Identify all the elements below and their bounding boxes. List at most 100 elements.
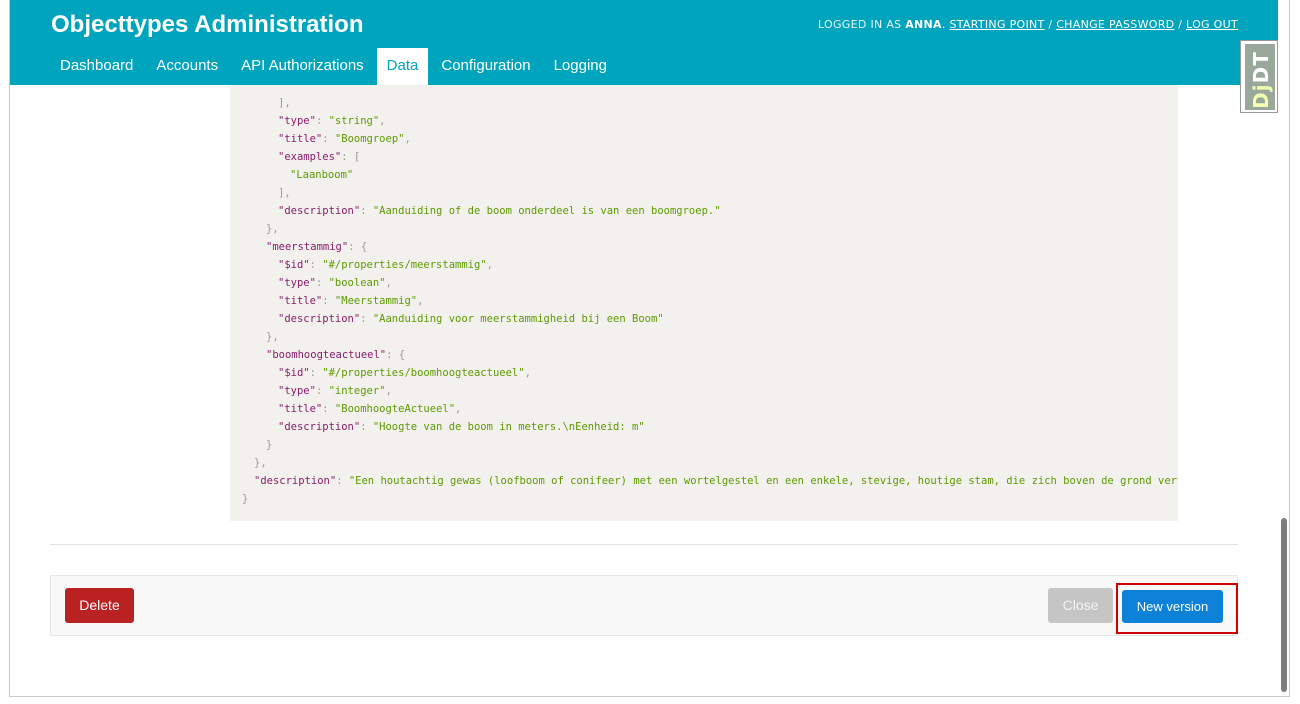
json-punctuation: , <box>385 277 392 289</box>
json-string: "Aanduiding voor meerstammigheid bij een… <box>372 313 664 325</box>
code-line: "$id": "#/properties/boomhoogteactueel", <box>278 364 531 382</box>
code-line: ], <box>278 94 291 112</box>
new-version-button[interactable]: New version <box>1122 590 1223 623</box>
tab-configuration[interactable]: Configuration <box>431 48 540 85</box>
divider <box>50 544 1238 545</box>
code-line: "type": "string", <box>278 112 386 130</box>
code-line: "type": "boolean", <box>278 274 392 292</box>
code-line: ], <box>278 184 291 202</box>
json-key: "type" <box>278 385 316 397</box>
admin-header: Objecttypes Administration LOGGED IN AS … <box>10 0 1278 85</box>
logged-in-label: LOGGED IN AS <box>817 18 902 31</box>
site-title: Objecttypes Administration <box>51 11 364 38</box>
close-button[interactable]: Close <box>1048 588 1113 623</box>
tab-accounts[interactable]: Accounts <box>146 48 228 85</box>
json-punctuation: : <box>322 295 335 307</box>
json-string: "string" <box>328 115 380 127</box>
json-key: "boomhoogteactueel" <box>266 349 387 361</box>
log-out-link[interactable]: LOG OUT <box>1186 18 1238 31</box>
json-punctuation: : { <box>386 349 406 361</box>
json-punctuation: , <box>524 367 531 379</box>
starting-point-link[interactable]: STARTING POINT <box>949 18 1044 31</box>
json-punctuation: : <box>315 115 329 127</box>
json-punctuation: }, <box>254 457 267 469</box>
code-line: }, <box>266 328 279 346</box>
tab-api-authorizations[interactable]: API Authorizations <box>231 48 374 85</box>
json-punctuation: , <box>404 133 411 145</box>
json-punctuation: , <box>486 259 493 271</box>
debug-toolbar-handle[interactable]: DjDT <box>1240 40 1278 113</box>
json-string: "boolean" <box>328 277 386 289</box>
code-line: "examples": [ <box>278 148 360 166</box>
json-punctuation: : <box>360 205 373 217</box>
page-scrollbar[interactable] <box>1278 0 1290 697</box>
json-punctuation: ], <box>278 97 291 109</box>
code-line: "description": "Hoogte van de boom in me… <box>278 418 645 436</box>
json-punctuation: : <box>309 259 323 271</box>
code-line: }, <box>254 454 267 472</box>
tab-dashboard[interactable]: Dashboard <box>50 48 143 85</box>
json-punctuation: } <box>242 493 249 505</box>
main-nav: Dashboard Accounts API Authorizations Da… <box>50 48 620 85</box>
json-punctuation: }, <box>266 331 279 343</box>
code-line: } <box>242 490 248 508</box>
code-line: } <box>266 436 272 454</box>
code-line: "description": "Aanduiding voor meerstam… <box>278 310 664 328</box>
json-string: "Laanboom" <box>290 169 354 181</box>
json-string: "Hoogte van de boom in meters.\nEenheid:… <box>372 421 645 433</box>
json-key: "title" <box>278 133 323 145</box>
code-line: "title": "Meerstammig", <box>278 292 423 310</box>
code-line: "Laanboom" <box>290 166 353 184</box>
json-key: "$id" <box>278 367 310 379</box>
scrollbar-thumb[interactable] <box>1281 518 1287 692</box>
user-tools: LOGGED IN AS ANNA. STARTING POINT / CHAN… <box>817 18 1238 31</box>
debug-toolbar-icon: DjDT <box>1245 44 1275 110</box>
code-line: }, <box>266 220 279 238</box>
json-string: "BoomhoogteActueel" <box>334 403 456 415</box>
tab-data[interactable]: Data <box>376 48 429 85</box>
json-key: "description" <box>254 475 337 487</box>
submit-row: Delete Close New version <box>50 575 1238 636</box>
json-punctuation: : <box>322 133 335 145</box>
admin-window: Objecttypes Administration LOGGED IN AS … <box>9 0 1290 697</box>
json-string: "Een houtachtig gewas (loofboom of conif… <box>348 475 1178 487</box>
change-password-link[interactable]: CHANGE PASSWORD <box>1056 18 1174 31</box>
json-key: "description" <box>278 313 361 325</box>
json-key: "title" <box>278 295 323 307</box>
json-punctuation: : <box>315 385 329 397</box>
json-string: "#/properties/boomhoogteactueel" <box>322 367 525 379</box>
json-schema-viewer: ], "type": "string", "title": "Boomgroep",… <box>230 85 1178 521</box>
code-line: "$id": "#/properties/meerstammig", <box>278 256 493 274</box>
json-string: "integer" <box>328 385 386 397</box>
json-punctuation: , <box>455 403 462 415</box>
code-line: "boomhoogteactueel": { <box>266 346 405 364</box>
json-punctuation: , <box>417 295 424 307</box>
code-line: "type": "integer", <box>278 382 392 400</box>
tab-logging[interactable]: Logging <box>544 48 617 85</box>
json-punctuation: : <box>315 277 329 289</box>
json-punctuation: , <box>385 385 392 397</box>
json-key: "examples" <box>278 151 342 163</box>
json-key: "type" <box>278 115 316 127</box>
json-string: "Boomgroep" <box>334 133 405 145</box>
json-punctuation: }, <box>266 223 279 235</box>
code-line: "description": "Aanduiding of de boom on… <box>278 202 721 220</box>
json-key: "type" <box>278 277 316 289</box>
json-key: "meerstammig" <box>266 241 349 253</box>
json-key: "$id" <box>278 259 310 271</box>
json-punctuation: } <box>266 439 273 451</box>
json-punctuation: ], <box>278 187 291 199</box>
code-line: "title": "BoomhoogteActueel", <box>278 400 461 418</box>
json-string: "#/properties/meerstammig" <box>322 259 487 271</box>
username: ANNA <box>905 18 942 31</box>
code-line: "meerstammig": { <box>266 238 367 256</box>
json-punctuation: , <box>379 115 386 127</box>
code-line: "title": "Boomgroep", <box>278 130 411 148</box>
json-punctuation: : <box>336 475 349 487</box>
json-punctuation: : <box>360 421 373 433</box>
code-line: "description": "Een houtachtig gewas (lo… <box>254 472 1178 490</box>
json-key: "description" <box>278 205 361 217</box>
json-punctuation: : <box>360 313 373 325</box>
json-key: "description" <box>278 421 361 433</box>
delete-button[interactable]: Delete <box>65 588 134 623</box>
